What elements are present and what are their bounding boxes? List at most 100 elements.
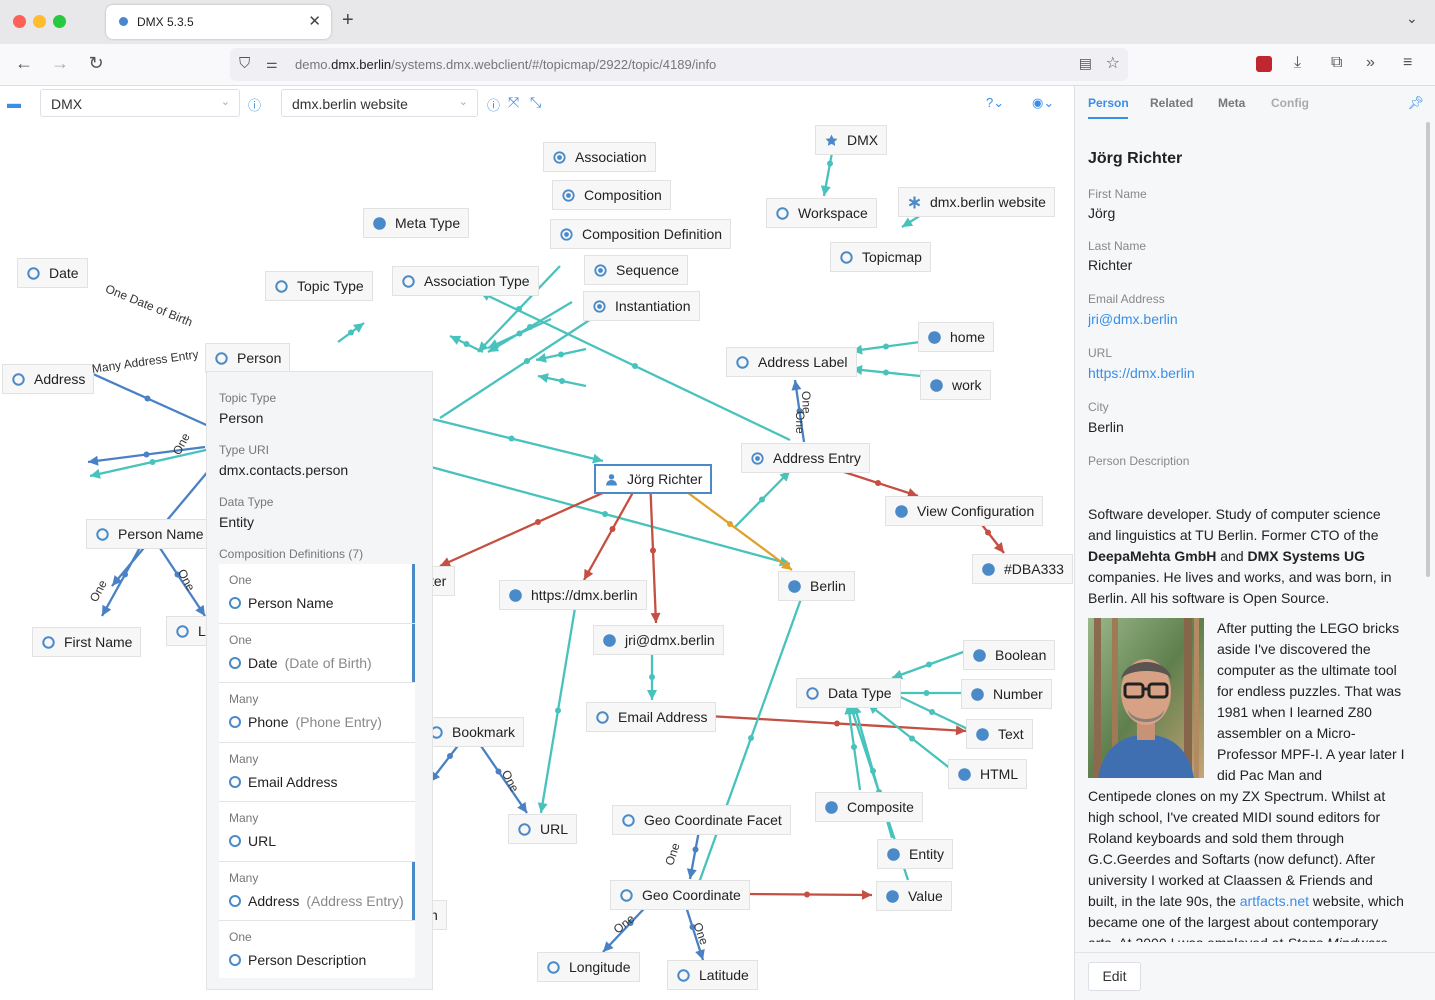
association-edge[interactable]	[537, 607, 577, 814]
ublock-extension-icon[interactable]	[1256, 56, 1272, 72]
topic-address-label[interactable]: Address Label	[726, 347, 857, 377]
topic-entity[interactable]: Entity	[877, 839, 954, 869]
downloads-icon[interactable]: ⤓	[1294, 54, 1301, 72]
comp-def-item[interactable]: One Date (Date of Birth)	[219, 623, 415, 683]
topic-first-name[interactable]: First Name	[32, 627, 142, 657]
topic-person[interactable]: Person	[205, 343, 291, 373]
comp-def-item[interactable]: Many Address (Address Entry)	[219, 861, 415, 921]
topic-dmx[interactable]: DMX	[815, 125, 888, 155]
close-tab-icon[interactable]: ✕	[308, 12, 321, 30]
browser-tab[interactable]: DMX 5.3.5 ✕	[106, 5, 331, 39]
topic-work[interactable]: work	[920, 370, 991, 400]
topic-topicmap[interactable]: Topicmap	[830, 242, 931, 272]
address-bar[interactable]: ⛉ ⚌ demo.dmx.berlin/systems.dmx.webclien…	[230, 48, 1128, 81]
topic-longitude[interactable]: Longitude	[537, 952, 640, 982]
topic-sequence[interactable]: Sequence	[584, 255, 689, 285]
topic-dba333[interactable]: #DBA333	[972, 554, 1073, 584]
tab-person[interactable]: Person	[1088, 96, 1129, 110]
topic-number[interactable]: Number	[961, 679, 1052, 709]
topicmap-canvas[interactable]: Association Composition Composition Defini…	[0, 86, 1074, 1000]
close-window-button[interactable]	[13, 15, 26, 28]
association-edge[interactable]	[867, 703, 957, 774]
association-edge[interactable]	[439, 303, 615, 419]
back-arrow-icon[interactable]: ←	[13, 53, 35, 74]
topic-value[interactable]: Value	[876, 881, 952, 911]
comp-def-item[interactable]: One Person Description	[219, 921, 415, 978]
description-link[interactable]: artfacts.net	[1240, 893, 1309, 909]
topic-html[interactable]: HTML	[948, 759, 1028, 789]
forward-arrow-icon[interactable]: →	[49, 53, 71, 74]
url-text[interactable]: demo.dmx.berlin/systems.dmx.webclient/#/…	[295, 57, 716, 72]
pin-icon[interactable]: 📌︎	[1407, 95, 1424, 111]
topic-association[interactable]: Association	[543, 142, 656, 172]
association-edge[interactable]	[733, 470, 791, 529]
tab-config[interactable]: Config	[1271, 96, 1309, 110]
topic-instantiation[interactable]: Instantiation	[583, 291, 700, 321]
association-edge[interactable]	[487, 317, 552, 350]
hamburger-menu-icon[interactable]: ≡	[1403, 54, 1412, 72]
reload-icon[interactable]: ↻	[85, 53, 107, 74]
topic-email-address[interactable]: Email Address	[586, 702, 717, 732]
comp-def-item[interactable]: One Person Name	[219, 564, 415, 624]
site-permissions-icon[interactable]: ⚌	[266, 56, 278, 72]
edit-button[interactable]: Edit	[1088, 962, 1141, 991]
topic-meta-type[interactable]: Meta Type	[363, 208, 470, 238]
topic-data-type[interactable]: Data Type	[796, 678, 901, 708]
association-edge[interactable]	[741, 889, 873, 900]
collapse-icon[interactable]: ⤡	[530, 94, 541, 111]
topic-bookmark[interactable]: Bookmark	[420, 717, 525, 747]
fullscreen-icon[interactable]: ⤧	[508, 94, 519, 111]
topic-person-name[interactable]: Person Name	[86, 519, 213, 549]
workspace-info-icon[interactable]: ⓘ	[248, 95, 261, 114]
workspace-select[interactable]: DMX ⌄	[40, 89, 240, 117]
topic-topic-type[interactable]: Topic Type	[265, 271, 373, 301]
topicmap-info-icon[interactable]: ⓘ	[487, 95, 500, 114]
association-edge[interactable]	[707, 714, 967, 736]
folder-icon[interactable]: ▬	[7, 95, 21, 111]
minimize-window-button[interactable]	[33, 15, 46, 28]
topic-home[interactable]: home	[918, 322, 995, 352]
comp-def-item[interactable]: Many Email Address	[219, 743, 415, 802]
association-edge[interactable]	[337, 322, 365, 343]
association-edge[interactable]	[419, 414, 604, 464]
topic-boolean[interactable]: Boolean	[963, 640, 1056, 670]
tab-list-chevron-icon[interactable]: ⌄	[1406, 10, 1418, 27]
topic-address[interactable]: Address	[2, 364, 95, 394]
topic-assoc-type[interactable]: Association Type	[392, 266, 539, 296]
topic-view-config[interactable]: View Configuration	[885, 496, 1044, 526]
help-icon[interactable]: ?⌄	[986, 95, 1004, 111]
association-edge[interactable]	[851, 340, 921, 355]
comp-def-item[interactable]: Many Phone (Phone Entry)	[219, 683, 415, 743]
tracking-shield-icon[interactable]: ⛉	[239, 55, 250, 72]
email-link[interactable]: jri@dmx.berlin	[1088, 311, 1178, 327]
new-tab-icon[interactable]: +	[342, 9, 354, 32]
topic-url[interactable]: URL	[508, 814, 578, 844]
topic-composite[interactable]: Composite	[815, 792, 923, 822]
extensions-icon[interactable]: ⧉	[1331, 54, 1342, 72]
association-edge[interactable]	[537, 373, 587, 388]
topic-latitude[interactable]: Latitude	[667, 960, 758, 990]
topic-comp-def[interactable]: Composition Definition	[550, 219, 732, 249]
topic-joerg[interactable]: Jörg Richter	[594, 464, 713, 494]
topic-date[interactable]: Date	[17, 258, 88, 288]
topic-https-url[interactable]: https://dmx.berlin	[499, 580, 647, 610]
topic-address-entry[interactable]: Address Entry	[741, 443, 870, 473]
topic-workspace[interactable]: Workspace	[766, 198, 877, 228]
tab-meta[interactable]: Meta	[1218, 96, 1245, 110]
topicmap-select[interactable]: dmx.berlin website ⌄	[281, 89, 478, 117]
topic-geo-facet[interactable]: Geo Coordinate Facet	[612, 805, 791, 835]
topic-dmx-website[interactable]: dmx.berlin website	[898, 187, 1055, 217]
association-edge[interactable]	[837, 468, 919, 498]
association-edge[interactable]	[81, 367, 214, 430]
association-edge[interactable]	[449, 334, 484, 354]
comp-def-item[interactable]: Many URL	[219, 802, 415, 862]
zoom-window-button[interactable]	[53, 15, 66, 28]
bookmark-star-icon[interactable]: ☆	[1106, 53, 1120, 73]
association-edge[interactable]	[851, 365, 921, 378]
association-edge[interactable]	[891, 649, 967, 680]
user-account-icon[interactable]: ◉⌄	[1032, 95, 1054, 111]
detail-scrollbar[interactable]	[1426, 122, 1430, 577]
association-edge[interactable]	[647, 654, 657, 700]
tab-related[interactable]: Related	[1150, 96, 1193, 110]
topic-berlin[interactable]: Berlin	[778, 571, 855, 601]
